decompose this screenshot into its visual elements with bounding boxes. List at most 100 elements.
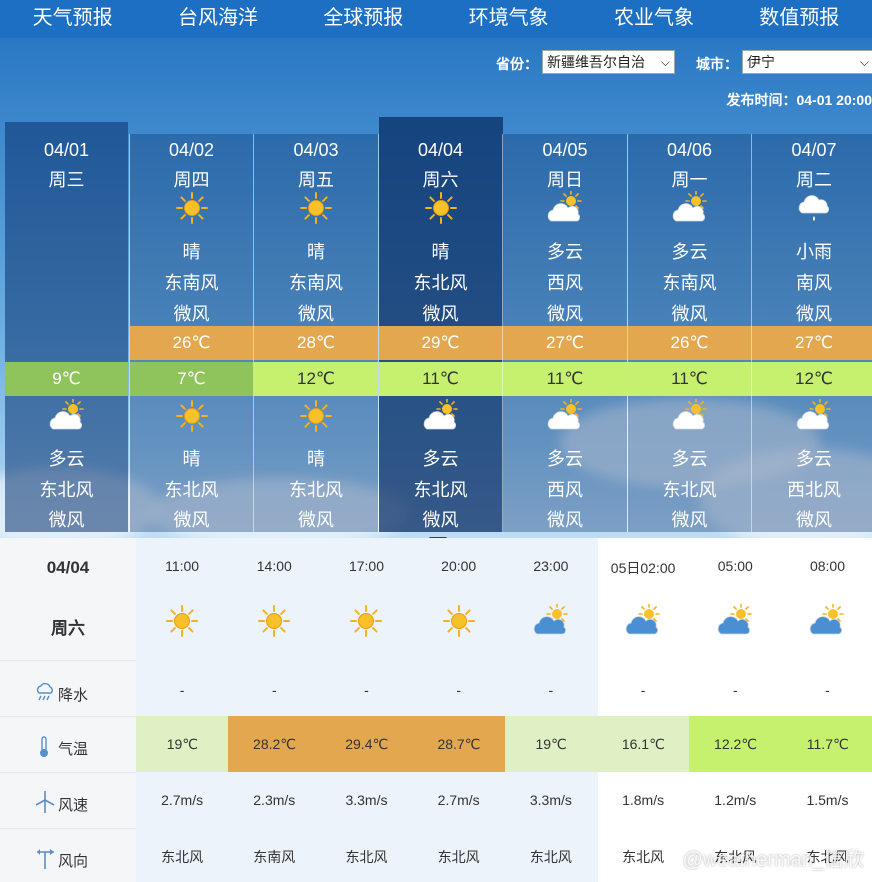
day-weather: 晴 bbox=[431, 242, 450, 262]
sun-icon bbox=[136, 604, 228, 638]
hour-precip: - bbox=[548, 682, 554, 698]
day-divider bbox=[751, 134, 752, 532]
nav-numerical[interactable]: 数值预报 bbox=[727, 0, 872, 38]
sun-icon bbox=[320, 604, 412, 638]
day-wind-level: 微风 bbox=[796, 304, 832, 324]
hour-time: 05日02:00 bbox=[610, 560, 676, 576]
city-label: 城市： bbox=[696, 56, 738, 72]
day-wind: 东南风 bbox=[289, 273, 343, 293]
day-weather: 晴 bbox=[307, 242, 325, 262]
high-temp: 26℃ bbox=[129, 326, 254, 360]
night-wind: 东北风 bbox=[39, 480, 94, 500]
sun-icon bbox=[296, 399, 336, 433]
day-divider bbox=[253, 134, 254, 532]
day-weekday: 周四 bbox=[173, 170, 210, 190]
night-weather: 多云 bbox=[796, 449, 832, 469]
night-weather: 多云 bbox=[671, 449, 708, 469]
day-column[interactable]: 04/07 周二 小雨 南风 微风 27℃ 12℃ 多云 西北风 微风 bbox=[752, 122, 872, 532]
high-temp: 27℃ bbox=[503, 326, 627, 360]
day-weekday: 周六 bbox=[422, 170, 459, 190]
hour-wind-speed: 2.7m/s bbox=[161, 792, 204, 808]
top-nav: 天气预报 台风海洋 全球预报 环境气象 农业气象 数值预报 bbox=[0, 0, 872, 38]
night-wind-level: 微风 bbox=[422, 510, 459, 530]
day-divider bbox=[128, 134, 130, 532]
city-select[interactable]: 伊宁 ⌵ bbox=[742, 50, 872, 74]
temp-label: 气温 bbox=[58, 741, 89, 758]
chevron-down-icon: ⌵ bbox=[859, 55, 869, 69]
day-weather: 小雨 bbox=[796, 242, 832, 262]
row-divider bbox=[0, 660, 136, 661]
sun-icon bbox=[172, 191, 212, 225]
hour-temp: 28.7℃ bbox=[412, 716, 506, 772]
high-temp: 26℃ bbox=[627, 326, 752, 360]
nav-global-forecast[interactable]: 全球预报 bbox=[291, 0, 436, 38]
nav-agriculture[interactable]: 农业气象 bbox=[581, 0, 726, 38]
hour-time: 11:00 bbox=[165, 558, 200, 574]
day-wind-level: 微风 bbox=[298, 304, 334, 324]
row-divider bbox=[0, 716, 136, 717]
day-date: 04/06 bbox=[666, 140, 713, 160]
day-column[interactable]: 04/02 周四晴东南风 微风 26℃ 7℃ 晴东北风 微风 bbox=[129, 122, 254, 532]
nav-environment[interactable]: 环境气象 bbox=[436, 0, 581, 38]
low-temp: 12℃ bbox=[254, 362, 378, 396]
day-column[interactable]: 04/03 周五晴东南风 微风 28℃ 12℃ 晴东北风 微风 bbox=[254, 122, 378, 532]
night-weather: 晴 bbox=[307, 449, 325, 469]
night-wind-level: 微风 bbox=[671, 510, 708, 530]
high-temp: 29℃ bbox=[378, 326, 503, 360]
cloudy-sun-icon bbox=[689, 603, 781, 638]
hour-wind-dir: 东北风 bbox=[161, 849, 204, 865]
hour-wind-speed: 1.5m/s bbox=[806, 792, 849, 808]
province-select[interactable]: 新疆维吾尔自治 ⌵ bbox=[542, 50, 675, 74]
day-wind-level: 微风 bbox=[671, 304, 708, 324]
hour-wind-speed: 3.3m/s bbox=[529, 792, 572, 808]
hour-wind-dir: 东南风 bbox=[253, 849, 296, 865]
night-wind-level: 微风 bbox=[48, 510, 85, 530]
day-divider bbox=[377, 134, 379, 532]
day-wind: 南风 bbox=[796, 273, 832, 293]
hour-wind-speed: 3.3m/s bbox=[345, 792, 388, 808]
night-wind: 西风 bbox=[547, 480, 583, 500]
sun-icon bbox=[296, 191, 336, 225]
day-wind-level: 微风 bbox=[547, 304, 583, 324]
day-wind: 东南风 bbox=[662, 273, 717, 293]
low-temp: 12℃ bbox=[752, 362, 872, 396]
hour-precip: - bbox=[640, 682, 646, 698]
day-column[interactable]: 04/04 周六晴东北风 微风 29℃ 11℃ 多云 东北风 微风 bbox=[378, 117, 503, 532]
sun-icon bbox=[413, 604, 505, 638]
hour-temp: 19℃ bbox=[504, 716, 598, 772]
hour-temp: 11.7℃ bbox=[781, 716, 872, 772]
precip-label: 降水 bbox=[58, 687, 89, 704]
day-weekday: 周五 bbox=[298, 170, 334, 190]
cloudy-sun-icon bbox=[505, 603, 597, 638]
city-value: 伊宁 bbox=[747, 54, 775, 70]
nav-weather-forecast[interactable]: 天气预报 bbox=[0, 0, 145, 38]
row-labels: 04/04 周六 降水 气温 风速 风向 bbox=[0, 538, 136, 882]
day-column[interactable]: 04/05 周日 多云 西风 微风 27℃ 11℃ 多云 西风 微风 bbox=[503, 122, 627, 532]
daily-forecast: 04/01 周三 9℃ 多云 东北风 微风 04/02 周四晴东南风 微风 26℃ 7℃ 晴东北风微… bbox=[5, 117, 872, 538]
hour-time: 20:00 bbox=[441, 558, 477, 574]
sun-icon bbox=[421, 191, 461, 225]
night-wind-level: 微风 bbox=[298, 510, 334, 530]
day-column[interactable]: 04/01 周三 9℃ 多云 东北风 微风 bbox=[5, 122, 128, 532]
night-wind: 东北风 bbox=[164, 480, 219, 500]
day-weekday: 周三 bbox=[48, 170, 85, 190]
nav-typhoon-ocean[interactable]: 台风海洋 bbox=[145, 0, 290, 38]
day-column[interactable]: 04/06 周一 多云 东南风 微风 26℃ 11℃ 多云 东北风 微风 bbox=[627, 122, 752, 532]
day-date: 04/02 bbox=[168, 140, 215, 160]
publish-time: 发布时间：04-01 20:00 bbox=[726, 92, 872, 108]
hour-time: 17:00 bbox=[348, 558, 384, 574]
night-wind-level: 微风 bbox=[796, 510, 832, 530]
hour-wind-speed: 2.3m/s bbox=[253, 792, 296, 808]
low-temp: 11℃ bbox=[378, 362, 503, 396]
night-wind: 东北风 bbox=[289, 480, 343, 500]
hour-precip: - bbox=[732, 682, 738, 698]
hour-wind-speed: 1.8m/s bbox=[622, 792, 665, 808]
hour-wind-dir: 东北风 bbox=[345, 849, 388, 865]
night-wind: 东北风 bbox=[413, 480, 468, 500]
cloudy-sun-icon bbox=[47, 398, 87, 433]
day-date: 04/05 bbox=[542, 140, 588, 160]
wind-turbine-icon bbox=[35, 791, 55, 813]
night-weather: 多云 bbox=[422, 449, 459, 469]
forecast-hero: 省份： 新疆维吾尔自治 ⌵ 城市： 伊宁 ⌵ 发布时间：04-01 20:00 … bbox=[0, 38, 872, 538]
cloudy-sun-icon bbox=[597, 603, 689, 638]
